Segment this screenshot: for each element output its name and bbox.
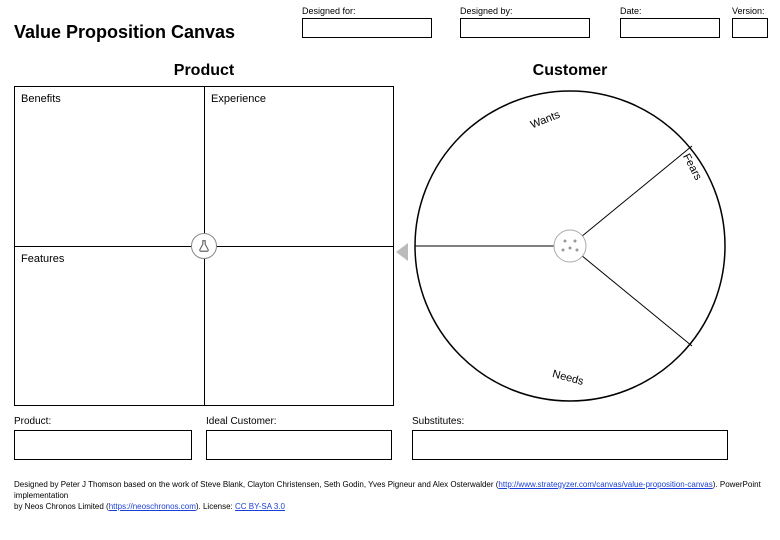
label-benefits: Benefits [21, 93, 61, 105]
label-experience: Experience [211, 93, 266, 105]
footer-attribution: Designed by Peter J Thomson based on the… [14, 480, 766, 512]
page-title: Value Proposition Canvas [14, 22, 235, 43]
input-designed-by[interactable] [460, 18, 590, 38]
label-features: Features [21, 253, 64, 265]
input-date[interactable] [620, 18, 720, 38]
field-product: Product: [14, 416, 192, 460]
input-designed-for[interactable] [302, 18, 432, 38]
customer-circle-svg [410, 86, 730, 406]
field-version: Version: [732, 6, 768, 38]
connector-arrow-icon [396, 243, 408, 261]
label-product: Product: [14, 416, 192, 427]
footer-text-2a: by Neos Chronos Limited ( [14, 502, 109, 511]
input-version[interactable] [732, 18, 768, 38]
footer-text-2b: ). License: [196, 502, 235, 511]
label-substitutes: Substitutes: [412, 416, 728, 427]
input-substitutes[interactable] [412, 430, 728, 460]
field-substitutes: Substitutes: [412, 416, 728, 460]
input-ideal-customer[interactable] [206, 430, 392, 460]
product-heading: Product [14, 62, 394, 80]
customer-heading: Customer [410, 62, 730, 80]
input-product[interactable] [14, 430, 192, 460]
label-designed-by: Designed by: [460, 6, 590, 16]
canvas-page: Value Proposition Canvas Designed for: D… [0, 0, 780, 540]
footer-link-neos[interactable]: https://neoschronos.com [109, 502, 196, 511]
field-ideal-customer: Ideal Customer: [206, 416, 392, 460]
label-version: Version: [732, 6, 768, 16]
customer-circle: Wants Fears Needs [410, 86, 730, 406]
footer-text-1a: Designed by Peter J Thomson based on the… [14, 480, 498, 489]
flask-icon [191, 233, 217, 259]
footer-link-strategyzer[interactable]: http://www.strategyzer.com/canvas/value-… [498, 480, 712, 489]
field-date: Date: [620, 6, 720, 38]
label-date: Date: [620, 6, 720, 16]
field-designed-by: Designed by: [460, 6, 590, 38]
label-designed-for: Designed for: [302, 6, 432, 16]
product-box: Benefits Experience Features [14, 86, 394, 406]
footer-link-license[interactable]: CC BY-SA 3.0 [235, 502, 285, 511]
label-ideal-customer: Ideal Customer: [206, 416, 392, 427]
field-designed-for: Designed for: [302, 6, 432, 38]
